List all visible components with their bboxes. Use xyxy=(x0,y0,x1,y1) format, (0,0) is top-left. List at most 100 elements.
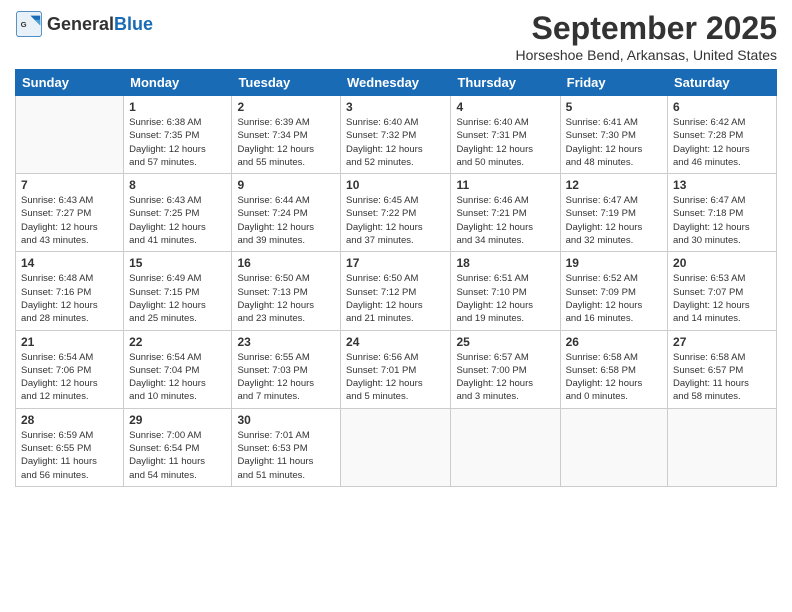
day-number: 24 xyxy=(346,335,445,349)
calendar-cell: 14 Sunrise: 6:48 AM Sunset: 7:16 PM Dayli… xyxy=(16,252,124,330)
day-number: 30 xyxy=(237,413,335,427)
calendar: Sunday Monday Tuesday Wednesday Thursday… xyxy=(15,69,777,487)
day-number: 10 xyxy=(346,178,445,192)
calendar-cell: 4Sunrise: 6:40 AM Sunset: 7:31 PM Daylig… xyxy=(451,96,560,174)
col-saturday: Saturday xyxy=(668,70,777,96)
calendar-cell: 18 Sunrise: 6:51 AM Sunset: 7:10 PM Dayli… xyxy=(451,252,560,330)
day-detail: Sunrise: 6:55 AM Sunset: 7:03 PM Dayligh… xyxy=(237,351,335,404)
day-number: 2 xyxy=(237,100,335,114)
calendar-cell: 1 Sunrise: 6:38 AM Sunset: 7:35 PM Daylig… xyxy=(124,96,232,174)
col-monday: Monday xyxy=(124,70,232,96)
day-number: 12 xyxy=(566,178,662,192)
calendar-cell: 10 Sunrise: 6:45 AM Sunset: 7:22 PM Dayli… xyxy=(341,174,451,252)
calendar-cell xyxy=(668,408,777,486)
calendar-cell xyxy=(16,96,124,174)
page-container: G GeneralBlue September 2025 Horseshoe B… xyxy=(0,0,792,497)
day-detail: Sunrise: 6:50 AM Sunset: 7:12 PM Dayligh… xyxy=(346,272,445,325)
day-detail: Sunrise: 6:58 AM Sunset: 6:57 PM Dayligh… xyxy=(673,351,771,404)
calendar-cell: 26 Sunrise: 6:58 AM Sunset: 6:58 PM Dayli… xyxy=(560,330,667,408)
day-detail: Sunrise: 6:54 AM Sunset: 7:04 PM Dayligh… xyxy=(129,351,226,404)
logo-blue: Blue xyxy=(114,14,153,34)
day-number: 20 xyxy=(673,256,771,270)
logo-icon: G xyxy=(15,10,43,38)
day-number: 26 xyxy=(566,335,662,349)
day-number: 9 xyxy=(237,178,335,192)
calendar-cell: 27 Sunrise: 6:58 AM Sunset: 6:57 PM Dayli… xyxy=(668,330,777,408)
day-detail: Sunrise: 6:40 AM Sunset: 7:32 PM Dayligh… xyxy=(346,116,445,169)
day-detail: Sunrise: 6:58 AM Sunset: 6:58 PM Dayligh… xyxy=(566,351,662,404)
month-title: September 2025 xyxy=(516,10,777,47)
day-number: 18 xyxy=(456,256,554,270)
day-number: 3 xyxy=(346,100,445,114)
day-number: 14 xyxy=(21,256,118,270)
day-number: 1 xyxy=(129,100,226,114)
day-number: 19 xyxy=(566,256,662,270)
day-number: 27 xyxy=(673,335,771,349)
day-detail: Sunrise: 6:53 AM Sunset: 7:07 PM Dayligh… xyxy=(673,272,771,325)
day-detail: Sunrise: 6:50 AM Sunset: 7:13 PM Dayligh… xyxy=(237,272,335,325)
day-number: 5 xyxy=(566,100,662,114)
calendar-cell: 22 Sunrise: 6:54 AM Sunset: 7:04 PM Dayli… xyxy=(124,330,232,408)
day-detail: Sunrise: 6:51 AM Sunset: 7:10 PM Dayligh… xyxy=(456,272,554,325)
calendar-cell xyxy=(560,408,667,486)
day-detail: Sunrise: 6:56 AM Sunset: 7:01 PM Dayligh… xyxy=(346,351,445,404)
calendar-week-row: 1 Sunrise: 6:38 AM Sunset: 7:35 PM Daylig… xyxy=(16,96,777,174)
calendar-cell: 11Sunrise: 6:46 AM Sunset: 7:21 PM Dayli… xyxy=(451,174,560,252)
calendar-cell: 20 Sunrise: 6:53 AM Sunset: 7:07 PM Dayli… xyxy=(668,252,777,330)
calendar-cell: 21Sunrise: 6:54 AM Sunset: 7:06 PM Dayli… xyxy=(16,330,124,408)
day-number: 25 xyxy=(456,335,554,349)
day-detail: Sunrise: 6:43 AM Sunset: 7:27 PM Dayligh… xyxy=(21,194,118,247)
calendar-cell: 25 Sunrise: 6:57 AM Sunset: 7:00 PM Dayli… xyxy=(451,330,560,408)
calendar-cell: 28 Sunrise: 6:59 AM Sunset: 6:55 PM Dayli… xyxy=(16,408,124,486)
day-number: 29 xyxy=(129,413,226,427)
logo-text: GeneralBlue xyxy=(47,14,153,35)
day-detail: Sunrise: 6:49 AM Sunset: 7:15 PM Dayligh… xyxy=(129,272,226,325)
day-detail: Sunrise: 6:38 AM Sunset: 7:35 PM Dayligh… xyxy=(129,116,226,169)
calendar-cell xyxy=(341,408,451,486)
calendar-cell: 19Sunrise: 6:52 AM Sunset: 7:09 PM Dayli… xyxy=(560,252,667,330)
day-number: 22 xyxy=(129,335,226,349)
calendar-cell xyxy=(451,408,560,486)
calendar-header-row: Sunday Monday Tuesday Wednesday Thursday… xyxy=(16,70,777,96)
day-number: 7 xyxy=(21,178,118,192)
day-number: 17 xyxy=(346,256,445,270)
col-friday: Friday xyxy=(560,70,667,96)
day-detail: Sunrise: 6:41 AM Sunset: 7:30 PM Dayligh… xyxy=(566,116,662,169)
col-tuesday: Tuesday xyxy=(232,70,341,96)
calendar-cell: 23 Sunrise: 6:55 AM Sunset: 7:03 PM Dayli… xyxy=(232,330,341,408)
day-detail: Sunrise: 6:45 AM Sunset: 7:22 PM Dayligh… xyxy=(346,194,445,247)
calendar-cell: 16Sunrise: 6:50 AM Sunset: 7:13 PM Dayli… xyxy=(232,252,341,330)
calendar-week-row: 14 Sunrise: 6:48 AM Sunset: 7:16 PM Dayli… xyxy=(16,252,777,330)
calendar-cell: 9 Sunrise: 6:44 AM Sunset: 7:24 PM Daylig… xyxy=(232,174,341,252)
calendar-cell: 8Sunrise: 6:43 AM Sunset: 7:25 PM Daylig… xyxy=(124,174,232,252)
calendar-cell: 13Sunrise: 6:47 AM Sunset: 7:18 PM Dayli… xyxy=(668,174,777,252)
day-detail: Sunrise: 6:44 AM Sunset: 7:24 PM Dayligh… xyxy=(237,194,335,247)
svg-text:G: G xyxy=(21,20,27,29)
title-block: September 2025 Horseshoe Bend, Arkansas,… xyxy=(516,10,777,63)
calendar-week-row: 7 Sunrise: 6:43 AM Sunset: 7:27 PM Daylig… xyxy=(16,174,777,252)
day-number: 28 xyxy=(21,413,118,427)
day-detail: Sunrise: 6:46 AM Sunset: 7:21 PM Dayligh… xyxy=(456,194,554,247)
day-detail: Sunrise: 6:57 AM Sunset: 7:00 PM Dayligh… xyxy=(456,351,554,404)
day-detail: Sunrise: 6:59 AM Sunset: 6:55 PM Dayligh… xyxy=(21,429,118,482)
calendar-cell: 17 Sunrise: 6:50 AM Sunset: 7:12 PM Dayli… xyxy=(341,252,451,330)
day-detail: Sunrise: 7:00 AM Sunset: 6:54 PM Dayligh… xyxy=(129,429,226,482)
calendar-week-row: 21Sunrise: 6:54 AM Sunset: 7:06 PM Dayli… xyxy=(16,330,777,408)
calendar-cell: 2Sunrise: 6:39 AM Sunset: 7:34 PM Daylig… xyxy=(232,96,341,174)
col-thursday: Thursday xyxy=(451,70,560,96)
day-number: 13 xyxy=(673,178,771,192)
day-detail: Sunrise: 6:48 AM Sunset: 7:16 PM Dayligh… xyxy=(21,272,118,325)
calendar-cell: 5 Sunrise: 6:41 AM Sunset: 7:30 PM Daylig… xyxy=(560,96,667,174)
day-detail: Sunrise: 6:42 AM Sunset: 7:28 PM Dayligh… xyxy=(673,116,771,169)
col-sunday: Sunday xyxy=(16,70,124,96)
calendar-cell: 3 Sunrise: 6:40 AM Sunset: 7:32 PM Daylig… xyxy=(341,96,451,174)
day-number: 23 xyxy=(237,335,335,349)
calendar-cell: 15Sunrise: 6:49 AM Sunset: 7:15 PM Dayli… xyxy=(124,252,232,330)
col-wednesday: Wednesday xyxy=(341,70,451,96)
calendar-cell: 29 Sunrise: 7:00 AM Sunset: 6:54 PM Dayli… xyxy=(124,408,232,486)
day-detail: Sunrise: 7:01 AM Sunset: 6:53 PM Dayligh… xyxy=(237,429,335,482)
day-detail: Sunrise: 6:43 AM Sunset: 7:25 PM Dayligh… xyxy=(129,194,226,247)
location-title: Horseshoe Bend, Arkansas, United States xyxy=(516,47,777,63)
day-number: 21 xyxy=(21,335,118,349)
day-number: 6 xyxy=(673,100,771,114)
